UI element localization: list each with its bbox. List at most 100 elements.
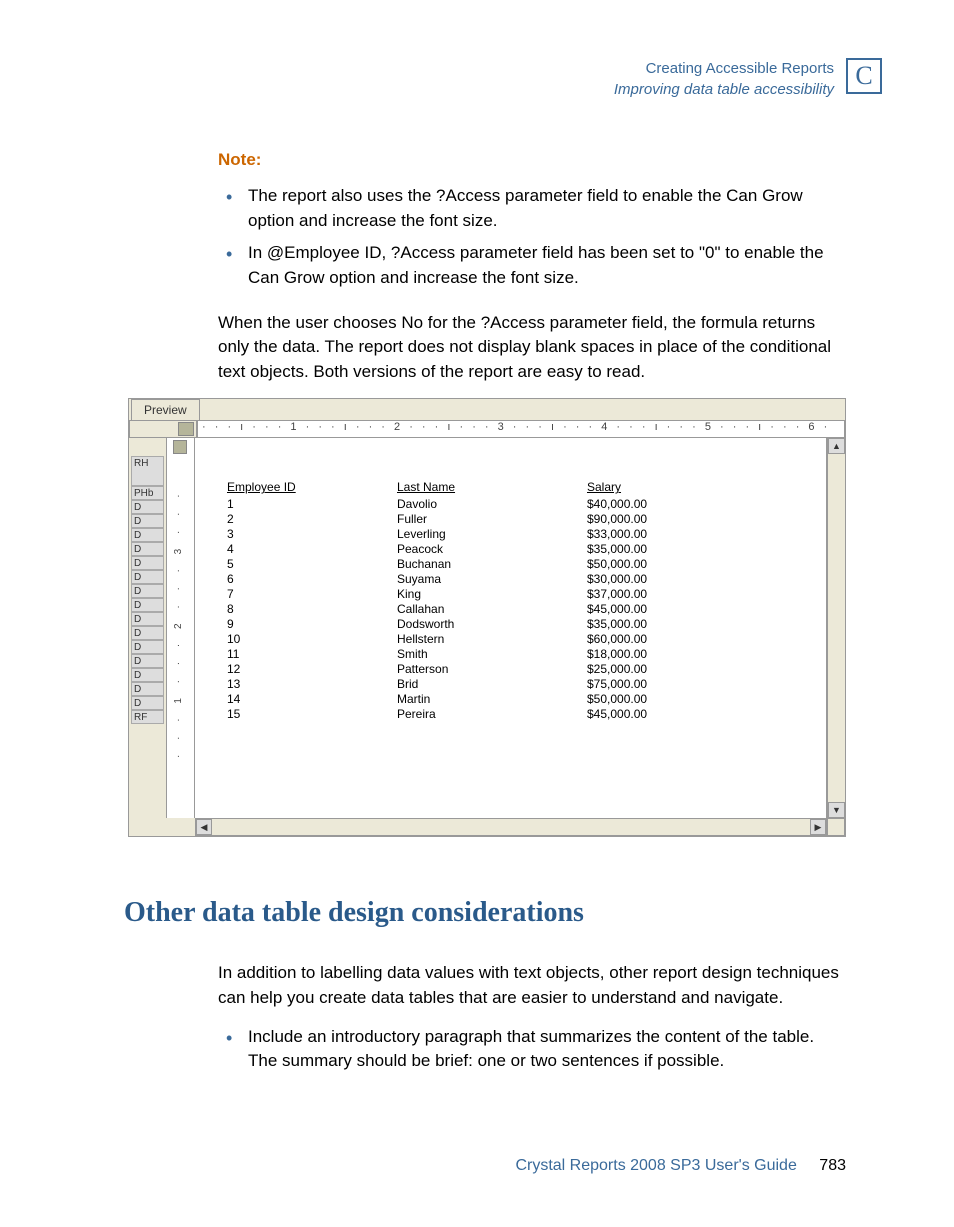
section-d[interactable]: D	[131, 570, 164, 584]
cell-name: Smith	[397, 647, 587, 662]
scroll-right-button[interactable]: ▶	[810, 819, 826, 835]
tab-preview[interactable]: Preview	[131, 399, 200, 420]
table-row: 14Martin$50,000.00	[227, 692, 826, 707]
horizontal-scrollbar[interactable]: ◀ ▶	[195, 818, 827, 836]
cell-name: Martin	[397, 692, 587, 707]
cell-id: 2	[227, 512, 397, 527]
table-row: 11Smith$18,000.00	[227, 647, 826, 662]
scroll-left-button[interactable]: ◀	[196, 819, 212, 835]
ruler-v-marker	[173, 440, 187, 454]
scroll-down-button[interactable]: ▼	[828, 802, 845, 818]
table-row: 7King$37,000.00	[227, 587, 826, 602]
table-row: 3Leverling$33,000.00	[227, 527, 826, 542]
cell-id: 4	[227, 542, 397, 557]
preview-panel: Preview · · · ı · · · 1 · · · ı · · · 2 …	[128, 398, 846, 837]
cell-name: Patterson	[397, 662, 587, 677]
section-paragraph: In addition to labelling data values wit…	[218, 961, 846, 1010]
cell-id: 8	[227, 602, 397, 617]
cell-name: Peacock	[397, 542, 587, 557]
table-row: 9Dodsworth$35,000.00	[227, 617, 826, 632]
cell-salary: $30,000.00	[587, 572, 737, 587]
header-text: Creating Accessible Reports Improving da…	[614, 58, 834, 100]
section-d[interactable]: D	[131, 626, 164, 640]
vertical-scrollbar[interactable]: ▲ ▼	[827, 438, 845, 818]
table-row: 4Peacock$35,000.00	[227, 542, 826, 557]
page-footer: Crystal Reports 2008 SP3 User's Guide 78…	[515, 1157, 846, 1175]
section-d[interactable]: D	[131, 584, 164, 598]
ruler-row: · · · ı · · · 1 · · · ı · · · 2 · · · ı …	[129, 420, 845, 438]
section-d[interactable]: D	[131, 598, 164, 612]
section-rf[interactable]: RF	[131, 710, 164, 724]
cell-name: King	[397, 587, 587, 602]
section-d[interactable]: D	[131, 654, 164, 668]
cell-id: 10	[227, 632, 397, 647]
table-row: 6Suyama$30,000.00	[227, 572, 826, 587]
cell-name: Leverling	[397, 527, 587, 542]
report-canvas[interactable]: Employee ID Last Name Salary 1Davolio$40…	[195, 438, 827, 818]
footer-page: 783	[819, 1157, 846, 1174]
scroll-spacer	[129, 818, 195, 836]
horizontal-ruler[interactable]: · · · ı · · · 1 · · · ı · · · 2 · · · ı …	[197, 420, 845, 438]
header-employee-id: Employee ID	[227, 480, 397, 495]
scroll-track-v[interactable]	[828, 454, 845, 802]
cell-name: Davolio	[397, 497, 587, 512]
ruler-corner-marker	[178, 422, 194, 436]
section-d[interactable]: D	[131, 500, 164, 514]
section-d[interactable]: D	[131, 612, 164, 626]
cell-salary: $35,000.00	[587, 542, 737, 557]
table-row: 2Fuller$90,000.00	[227, 512, 826, 527]
section-rh[interactable]: RH	[131, 456, 164, 486]
section-d[interactable]: D	[131, 556, 164, 570]
section-heading: Other data table design considerations	[124, 897, 846, 929]
note-label: Note:	[218, 150, 846, 170]
logo-letter: C	[855, 61, 872, 91]
section-d[interactable]: D	[131, 696, 164, 710]
table-row: 15Pereira$45,000.00	[227, 707, 826, 722]
cell-id: 14	[227, 692, 397, 707]
cell-id: 11	[227, 647, 397, 662]
cell-salary: $40,000.00	[587, 497, 737, 512]
header-last-name: Last Name	[397, 480, 587, 495]
section-d[interactable]: D	[131, 514, 164, 528]
table-header-row: Employee ID Last Name Salary	[227, 480, 826, 495]
cell-salary: $75,000.00	[587, 677, 737, 692]
tab-bar: Preview	[129, 399, 845, 420]
appendix-logo: C	[846, 58, 882, 94]
section-d[interactable]: D	[131, 542, 164, 556]
cell-id: 6	[227, 572, 397, 587]
ruler-corner	[129, 420, 197, 438]
table-row: 13Brid$75,000.00	[227, 677, 826, 692]
cell-name: Hellstern	[397, 632, 587, 647]
cell-name: Dodsworth	[397, 617, 587, 632]
vertical-ruler[interactable]: · · · 1 · · · 2 · · · 3 · · ·	[167, 438, 195, 818]
intro-paragraph: When the user chooses No for the ?Access…	[218, 311, 846, 385]
cell-salary: $33,000.00	[587, 527, 737, 542]
footer-text: Crystal Reports 2008 SP3 User's Guide	[515, 1157, 796, 1174]
cell-salary: $90,000.00	[587, 512, 737, 527]
cell-name: Fuller	[397, 512, 587, 527]
section-d[interactable]: D	[131, 640, 164, 654]
section-rail: RHPHbDDDDDDDDDDDDDDDRF	[129, 438, 167, 818]
scroll-track-h[interactable]	[212, 819, 810, 835]
cell-name: Suyama	[397, 572, 587, 587]
content: Note: The report also uses the ?Access p…	[0, 100, 954, 1074]
header-title: Creating Accessible Reports	[614, 58, 834, 79]
cell-salary: $45,000.00	[587, 707, 737, 722]
cell-salary: $50,000.00	[587, 692, 737, 707]
data-table: Employee ID Last Name Salary 1Davolio$40…	[227, 480, 826, 722]
scroll-up-button[interactable]: ▲	[828, 438, 845, 454]
section-d[interactable]: D	[131, 668, 164, 682]
section-d[interactable]: D	[131, 528, 164, 542]
note-bullets: The report also uses the ?Access paramet…	[218, 184, 846, 291]
cell-salary: $45,000.00	[587, 602, 737, 617]
section-phb[interactable]: PHb	[131, 486, 164, 500]
cell-salary: $25,000.00	[587, 662, 737, 677]
horizontal-scrollbar-row: ◀ ▶	[129, 818, 845, 836]
cell-id: 3	[227, 527, 397, 542]
cell-id: 15	[227, 707, 397, 722]
page-header: Creating Accessible Reports Improving da…	[0, 0, 954, 100]
table-row: 8Callahan$45,000.00	[227, 602, 826, 617]
section-d[interactable]: D	[131, 682, 164, 696]
table-row: 5Buchanan$50,000.00	[227, 557, 826, 572]
table-row: 10Hellstern$60,000.00	[227, 632, 826, 647]
